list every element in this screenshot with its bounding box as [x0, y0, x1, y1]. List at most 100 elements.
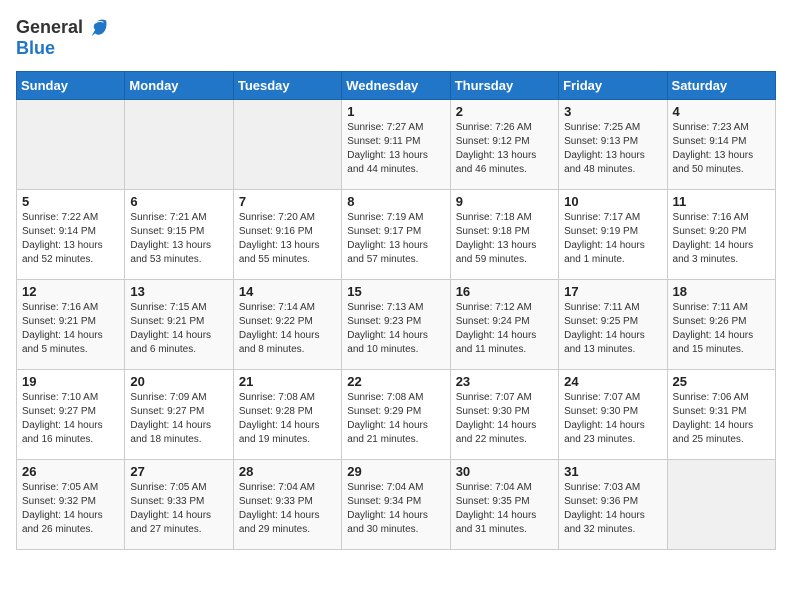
day-of-week-header: Tuesday	[233, 72, 341, 100]
calendar-cell: 24 Sunrise: 7:07 AM Sunset: 9:30 PM Dayli…	[559, 370, 667, 460]
day-info: Sunrise: 7:05 AM Sunset: 9:32 PM Dayligh…	[22, 481, 119, 537]
day-info: Sunrise: 7:11 AM Sunset: 9:26 PM Dayligh…	[673, 301, 770, 357]
day-of-week-header: Saturday	[667, 72, 775, 100]
day-number: 27	[130, 464, 227, 479]
day-number: 9	[456, 194, 553, 209]
day-info: Sunrise: 7:16 AM Sunset: 9:21 PM Dayligh…	[22, 301, 119, 357]
day-number: 21	[239, 374, 336, 389]
day-number: 3	[564, 104, 661, 119]
calendar-cell: 21Sunrise: 7:08 AM Sunset: 9:28 PM Dayli…	[233, 370, 341, 460]
day-number: 25	[673, 374, 770, 389]
calendar-week-row: 19Sunrise: 7:10 AM Sunset: 9:27 PM Dayli…	[17, 370, 776, 460]
day-number: 5	[22, 194, 119, 209]
logo: General Blue	[16, 16, 108, 59]
calendar-cell: 27Sunrise: 7:05 AM Sunset: 9:33 PM Dayli…	[125, 460, 233, 550]
calendar-cell: 30 Sunrise: 7:04 AM Sunset: 9:35 PM Dayli…	[450, 460, 558, 550]
day-number: 10	[564, 194, 661, 209]
day-info: Sunrise: 7:14 AM Sunset: 9:22 PM Dayligh…	[239, 301, 336, 357]
day-number: 16	[456, 284, 553, 299]
calendar-cell: 4Sunrise: 7:23 AM Sunset: 9:14 PM Daylig…	[667, 100, 775, 190]
day-info: Sunrise: 7:21 AM Sunset: 9:15 PM Dayligh…	[130, 211, 227, 267]
day-number: 31	[564, 464, 661, 479]
calendar-cell: 8 Sunrise: 7:19 AM Sunset: 9:17 PM Daylig…	[342, 190, 450, 280]
day-number: 22	[347, 374, 444, 389]
day-info: Sunrise: 7:17 AM Sunset: 9:19 PM Dayligh…	[564, 211, 661, 267]
day-number: 29	[347, 464, 444, 479]
day-number: 1	[347, 104, 444, 119]
day-info: Sunrise: 7:27 AM Sunset: 9:11 PM Dayligh…	[347, 121, 444, 177]
calendar-cell: 5Sunrise: 7:22 AM Sunset: 9:14 PM Daylig…	[17, 190, 125, 280]
calendar-cell: 1 Sunrise: 7:27 AM Sunset: 9:11 PM Daylig…	[342, 100, 450, 190]
day-number: 8	[347, 194, 444, 209]
calendar-table: SundayMondayTuesdayWednesdayThursdayFrid…	[16, 71, 776, 550]
calendar-cell	[17, 100, 125, 190]
day-info: Sunrise: 7:09 AM Sunset: 9:27 PM Dayligh…	[130, 391, 227, 447]
day-of-week-header: Friday	[559, 72, 667, 100]
day-number: 12	[22, 284, 119, 299]
day-info: Sunrise: 7:12 AM Sunset: 9:24 PM Dayligh…	[456, 301, 553, 357]
day-number: 23	[456, 374, 553, 389]
logo-general: General	[16, 17, 83, 38]
logo-blue: Blue	[16, 38, 55, 59]
calendar-cell: 6Sunrise: 7:21 AM Sunset: 9:15 PM Daylig…	[125, 190, 233, 280]
calendar-cell: 12 Sunrise: 7:16 AM Sunset: 9:21 PM Dayli…	[17, 280, 125, 370]
day-number: 11	[673, 194, 770, 209]
day-of-week-header: Thursday	[450, 72, 558, 100]
day-number: 26	[22, 464, 119, 479]
day-info: Sunrise: 7:23 AM Sunset: 9:14 PM Dayligh…	[673, 121, 770, 177]
calendar-cell: 31 Sunrise: 7:03 AM Sunset: 9:36 PM Dayli…	[559, 460, 667, 550]
calendar-cell: 19Sunrise: 7:10 AM Sunset: 9:27 PM Dayli…	[17, 370, 125, 460]
calendar-cell: 14 Sunrise: 7:14 AM Sunset: 9:22 PM Dayli…	[233, 280, 341, 370]
calendar-cell: 26 Sunrise: 7:05 AM Sunset: 9:32 PM Dayli…	[17, 460, 125, 550]
day-number: 18	[673, 284, 770, 299]
day-info: Sunrise: 7:19 AM Sunset: 9:17 PM Dayligh…	[347, 211, 444, 267]
calendar-cell: 25 Sunrise: 7:06 AM Sunset: 9:31 PM Dayli…	[667, 370, 775, 460]
day-info: Sunrise: 7:06 AM Sunset: 9:31 PM Dayligh…	[673, 391, 770, 447]
day-info: Sunrise: 7:04 AM Sunset: 9:33 PM Dayligh…	[239, 481, 336, 537]
day-info: Sunrise: 7:15 AM Sunset: 9:21 PM Dayligh…	[130, 301, 227, 357]
calendar-cell: 3Sunrise: 7:25 AM Sunset: 9:13 PM Daylig…	[559, 100, 667, 190]
day-number: 2	[456, 104, 553, 119]
day-info: Sunrise: 7:20 AM Sunset: 9:16 PM Dayligh…	[239, 211, 336, 267]
calendar-cell: 11 Sunrise: 7:16 AM Sunset: 9:20 PM Dayli…	[667, 190, 775, 280]
day-number: 13	[130, 284, 227, 299]
day-of-week-header: Wednesday	[342, 72, 450, 100]
day-of-week-header: Sunday	[17, 72, 125, 100]
day-number: 15	[347, 284, 444, 299]
day-info: Sunrise: 7:08 AM Sunset: 9:29 PM Dayligh…	[347, 391, 444, 447]
calendar-cell: 7 Sunrise: 7:20 AM Sunset: 9:16 PM Daylig…	[233, 190, 341, 280]
day-info: Sunrise: 7:04 AM Sunset: 9:34 PM Dayligh…	[347, 481, 444, 537]
day-info: Sunrise: 7:26 AM Sunset: 9:12 PM Dayligh…	[456, 121, 553, 177]
day-number: 24	[564, 374, 661, 389]
calendar-cell: 15 Sunrise: 7:13 AM Sunset: 9:23 PM Dayli…	[342, 280, 450, 370]
day-number: 14	[239, 284, 336, 299]
day-info: Sunrise: 7:10 AM Sunset: 9:27 PM Dayligh…	[22, 391, 119, 447]
calendar-week-row: 1 Sunrise: 7:27 AM Sunset: 9:11 PM Daylig…	[17, 100, 776, 190]
calendar-cell: 9 Sunrise: 7:18 AM Sunset: 9:18 PM Daylig…	[450, 190, 558, 280]
day-info: Sunrise: 7:18 AM Sunset: 9:18 PM Dayligh…	[456, 211, 553, 267]
calendar-cell: 28Sunrise: 7:04 AM Sunset: 9:33 PM Dayli…	[233, 460, 341, 550]
calendar-cell: 17Sunrise: 7:11 AM Sunset: 9:25 PM Dayli…	[559, 280, 667, 370]
day-info: Sunrise: 7:13 AM Sunset: 9:23 PM Dayligh…	[347, 301, 444, 357]
logo-bird-icon	[86, 16, 108, 38]
calendar-cell: 22 Sunrise: 7:08 AM Sunset: 9:29 PM Dayli…	[342, 370, 450, 460]
day-info: Sunrise: 7:04 AM Sunset: 9:35 PM Dayligh…	[456, 481, 553, 537]
day-info: Sunrise: 7:16 AM Sunset: 9:20 PM Dayligh…	[673, 211, 770, 267]
day-number: 20	[130, 374, 227, 389]
day-info: Sunrise: 7:07 AM Sunset: 9:30 PM Dayligh…	[564, 391, 661, 447]
calendar-cell: 2 Sunrise: 7:26 AM Sunset: 9:12 PM Daylig…	[450, 100, 558, 190]
day-info: Sunrise: 7:03 AM Sunset: 9:36 PM Dayligh…	[564, 481, 661, 537]
calendar-cell: 10 Sunrise: 7:17 AM Sunset: 9:19 PM Dayli…	[559, 190, 667, 280]
calendar-cell: 23 Sunrise: 7:07 AM Sunset: 9:30 PM Dayli…	[450, 370, 558, 460]
day-info: Sunrise: 7:07 AM Sunset: 9:30 PM Dayligh…	[456, 391, 553, 447]
day-header-row: SundayMondayTuesdayWednesdayThursdayFrid…	[17, 72, 776, 100]
day-info: Sunrise: 7:11 AM Sunset: 9:25 PM Dayligh…	[564, 301, 661, 357]
calendar-cell	[233, 100, 341, 190]
calendar-cell: 16 Sunrise: 7:12 AM Sunset: 9:24 PM Dayli…	[450, 280, 558, 370]
calendar-week-row: 26 Sunrise: 7:05 AM Sunset: 9:32 PM Dayli…	[17, 460, 776, 550]
day-number: 30	[456, 464, 553, 479]
calendar-week-row: 12 Sunrise: 7:16 AM Sunset: 9:21 PM Dayli…	[17, 280, 776, 370]
day-number: 7	[239, 194, 336, 209]
calendar-cell: 18 Sunrise: 7:11 AM Sunset: 9:26 PM Dayli…	[667, 280, 775, 370]
header: General Blue	[16, 16, 776, 59]
